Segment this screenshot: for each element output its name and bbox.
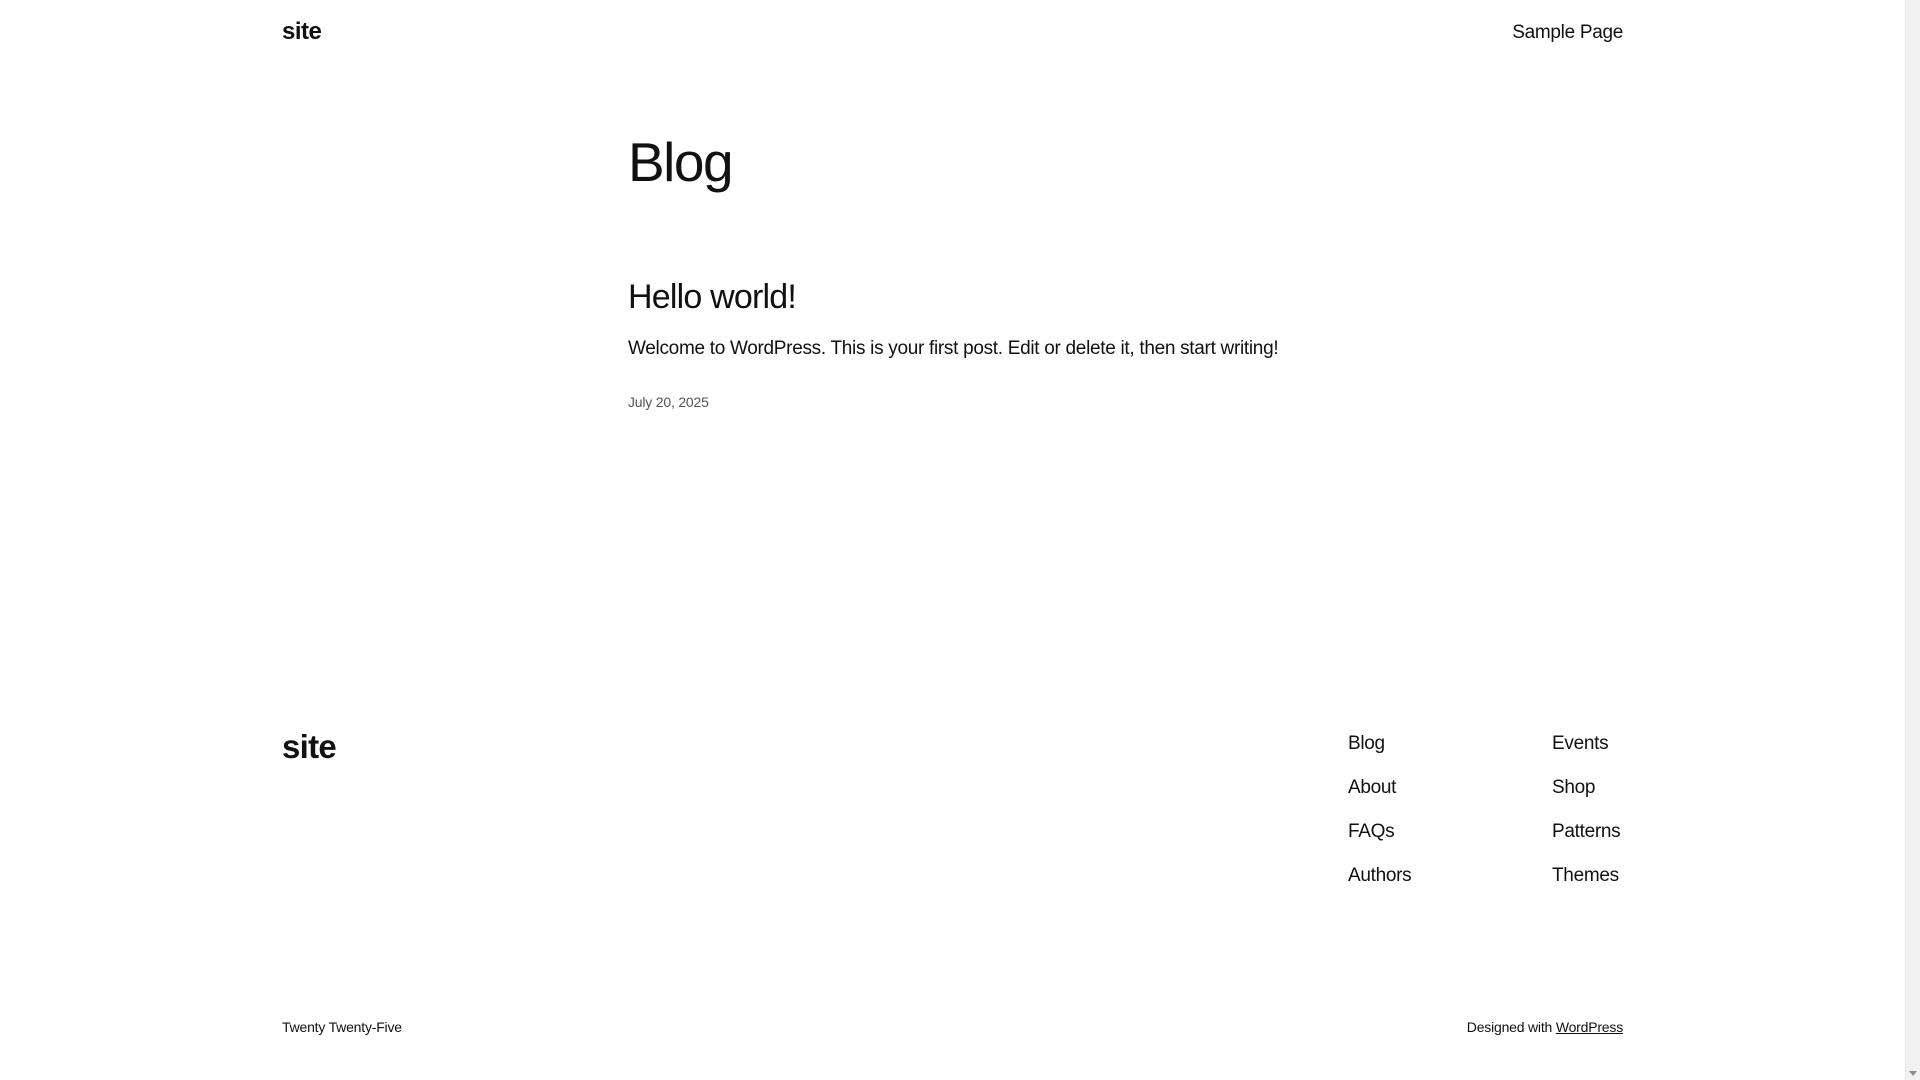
footer-link-faqs[interactable]: FAQs bbox=[1348, 820, 1411, 844]
page-title: Blog bbox=[628, 131, 734, 193]
theme-credit: Twenty Twenty-Five bbox=[282, 1019, 402, 1035]
credit-prefix: Designed with bbox=[1466, 1019, 1556, 1035]
footer-link-themes[interactable]: Themes bbox=[1552, 864, 1620, 888]
site-title-link[interactable]: site bbox=[282, 18, 322, 46]
footer-link-blog[interactable]: Blog bbox=[1348, 732, 1411, 756]
footer-link-shop[interactable]: Shop bbox=[1552, 776, 1620, 800]
vertical-scrollbar[interactable] bbox=[1905, 0, 1920, 1080]
footer-link-patterns[interactable]: Patterns bbox=[1552, 820, 1621, 844]
post-date: July 20, 2025 bbox=[628, 394, 709, 410]
scroll-down-arrow-icon[interactable] bbox=[1909, 1071, 1917, 1076]
post-excerpt: Welcome to WordPress. This is your first… bbox=[628, 338, 1279, 359]
nav-item-sample-page[interactable]: Sample Page bbox=[1512, 22, 1623, 44]
footer-nav-column-2: Events Shop Patterns Themes bbox=[1552, 732, 1621, 888]
designed-with-credit: Designed with WordPress bbox=[1467, 1019, 1623, 1035]
footer-link-events[interactable]: Events bbox=[1552, 732, 1620, 756]
footer-nav-column-1: Blog About FAQs Authors bbox=[1348, 732, 1412, 888]
footer-link-authors[interactable]: Authors bbox=[1348, 864, 1412, 888]
footer-site-title-link[interactable]: site bbox=[282, 728, 337, 766]
page: site Sample Page Blog Hello world! Welco… bbox=[0, 0, 1905, 1080]
wordpress-link[interactable]: WordPress bbox=[1556, 1019, 1623, 1035]
footer-link-about[interactable]: About bbox=[1348, 776, 1411, 800]
post-title-link[interactable]: Hello world! bbox=[628, 278, 797, 317]
